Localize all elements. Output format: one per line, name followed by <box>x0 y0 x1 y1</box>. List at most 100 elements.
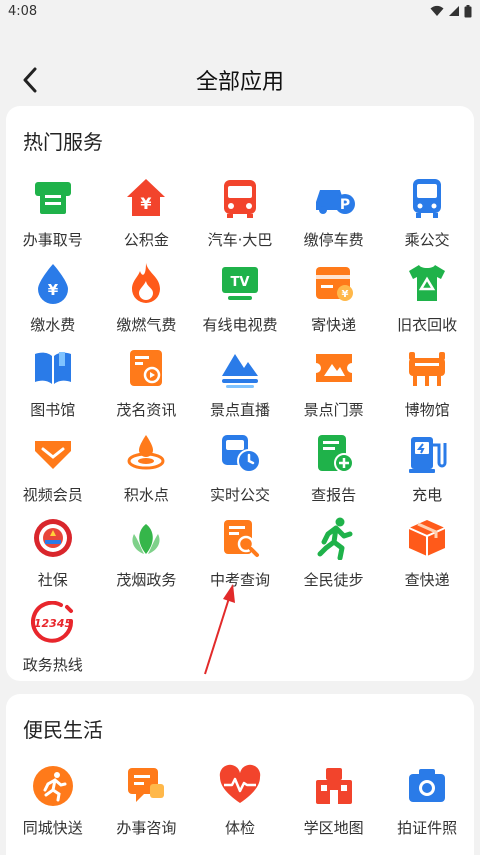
app-item-queue-number[interactable]: 办事取号 <box>6 170 100 255</box>
app-item-clothes-recycle[interactable]: 旧衣回收 <box>380 255 474 340</box>
app-item-water-fee[interactable]: ¥ 缴水费 <box>6 255 100 340</box>
app-item-charging[interactable]: 充电 <box>380 425 474 510</box>
bus-icon <box>218 176 262 220</box>
app-item-waterlogging[interactable]: 积水点 <box>100 425 194 510</box>
app-label: 缴燃气费 <box>116 316 177 334</box>
app-item-maoming-news[interactable]: 茂名资讯 <box>100 340 194 425</box>
app-item-housing-fund[interactable]: ¥ 公积金 <box>100 170 194 255</box>
status-time: 4:08 <box>8 3 38 19</box>
app-item-video-vip[interactable]: 视频会员 <box>6 425 100 510</box>
vip-diamond-icon <box>31 431 75 475</box>
svg-text:¥: ¥ <box>141 194 152 213</box>
house-fund-icon: ¥ <box>124 176 168 220</box>
app-item-library[interactable]: 图书馆 <box>6 340 100 425</box>
gas-flame-icon <box>124 261 168 305</box>
app-item-gov-hotline[interactable]: 12345 政务热线 <box>6 595 100 680</box>
app-item-track-express[interactable]: 查快递 <box>380 510 474 595</box>
app-item-service-consult[interactable]: 办事咨询 <box>100 758 194 843</box>
app-label: 学区地图 <box>303 819 364 837</box>
school-building-icon <box>312 764 356 808</box>
svg-text:¥: ¥ <box>341 289 348 300</box>
report-plus-icon <box>312 431 356 475</box>
app-label: 政务热线 <box>22 656 83 674</box>
app-label: 同城快送 <box>22 819 83 837</box>
app-item-health-check[interactable]: 体检 <box>193 758 287 843</box>
app-label: 全民徒步 <box>303 571 364 589</box>
app-label: 缴水费 <box>30 316 76 334</box>
svg-text:¥: ¥ <box>48 281 59 299</box>
app-item-check-report[interactable]: 查报告 <box>287 425 381 510</box>
app-item-realtime-bus[interactable]: 实时公交 <box>193 425 287 510</box>
back-button[interactable] <box>14 64 46 96</box>
app-label: 中考查询 <box>209 571 270 589</box>
parking-car-icon: P <box>312 176 356 220</box>
app-label: 体检 <box>224 819 255 837</box>
hot-services-card: 热门服务 办事取号 ¥ 公积金 汽车·大巴 P 缴停车费 乘公交 ¥ 缴水费 缴… <box>6 106 474 681</box>
app-item-coach-bus[interactable]: 汽车·大巴 <box>193 170 287 255</box>
app-label: 实时公交 <box>209 486 270 504</box>
app-label: 寄快递 <box>311 316 357 334</box>
app-label: 图书馆 <box>30 401 76 419</box>
app-label: 社保 <box>37 571 68 589</box>
svg-text:P: P <box>339 197 349 213</box>
hot-services-grid: 办事取号 ¥ 公积金 汽车·大巴 P 缴停车费 乘公交 ¥ 缴水费 缴燃气费 T… <box>6 170 474 680</box>
convenience-life-card: 便民生活 同城快送 办事咨询 体检 学区地图 拍证件照 <box>6 694 474 855</box>
parcel-card-icon: ¥ <box>312 261 356 305</box>
app-label: 汽车·大巴 <box>207 231 273 249</box>
app-item-school-map[interactable]: 学区地图 <box>287 758 381 843</box>
museum-cauldron-icon <box>405 346 449 390</box>
scenic-ticket-icon <box>312 346 356 390</box>
hot-services-title: 热门服务 <box>23 130 103 154</box>
status-icons <box>430 4 472 18</box>
app-item-exam-query[interactable]: 中考查询 <box>193 510 287 595</box>
social-security-badge-icon <box>31 516 75 560</box>
app-label: 查报告 <box>311 486 357 504</box>
app-label: 办事取号 <box>22 231 83 249</box>
app-item-take-bus[interactable]: 乘公交 <box>380 170 474 255</box>
battery-icon <box>464 4 472 17</box>
header: 全部应用 <box>0 58 480 102</box>
tobacco-leaf-icon <box>124 516 168 560</box>
walking-person-icon <box>312 516 356 560</box>
transit-bus-icon <box>405 176 449 220</box>
app-label: 充电 <box>412 486 443 504</box>
app-item-tobacco-affairs[interactable]: 茂烟政务 <box>100 510 194 595</box>
app-item-scenic-live[interactable]: 景点直播 <box>193 340 287 425</box>
app-item-museum[interactable]: 博物馆 <box>380 340 474 425</box>
app-label: 有线电视费 <box>202 316 278 334</box>
app-item-social-security[interactable]: 社保 <box>6 510 100 595</box>
recycle-shirt-icon <box>405 261 449 305</box>
app-label: 视频会员 <box>22 486 83 504</box>
app-item-city-delivery[interactable]: 同城快送 <box>6 758 100 843</box>
news-play-icon <box>124 346 168 390</box>
wifi-icon <box>430 5 444 16</box>
app-item-parking-fee[interactable]: P 缴停车费 <box>287 170 381 255</box>
app-item-scenic-ticket[interactable]: 景点门票 <box>287 340 381 425</box>
app-item-cable-tv[interactable]: TV 有线电视费 <box>193 255 287 340</box>
mountain-live-icon <box>218 346 262 390</box>
app-label: 办事咨询 <box>116 819 177 837</box>
app-item-send-express[interactable]: ¥ 寄快递 <box>287 255 381 340</box>
svg-text:TV: TV <box>231 275 250 290</box>
hotline-12345-icon: 12345 <box>30 601 75 645</box>
water-drop-icon: ¥ <box>31 261 75 305</box>
page-title: 全部应用 <box>195 70 284 95</box>
heart-pulse-icon <box>218 764 262 808</box>
app-label: 积水点 <box>123 486 169 504</box>
bus-clock-icon <box>218 431 262 475</box>
app-label: 茂名资讯 <box>116 401 177 419</box>
svg-text:12345: 12345 <box>34 617 73 630</box>
convenience-life-title: 便民生活 <box>23 718 103 742</box>
runner-icon <box>31 764 75 808</box>
app-item-id-photo[interactable]: 拍证件照 <box>380 758 474 843</box>
ticket-machine-icon <box>31 176 75 220</box>
app-label: 茂烟政务 <box>116 571 177 589</box>
signal-icon <box>449 6 459 16</box>
app-item-gas-fee[interactable]: 缴燃气费 <box>100 255 194 340</box>
app-label: 乘公交 <box>404 231 450 249</box>
app-label: 景点直播 <box>209 401 270 419</box>
app-item-citizen-walk[interactable]: 全民徒步 <box>287 510 381 595</box>
app-label: 博物馆 <box>404 401 450 419</box>
app-label: 拍证件照 <box>397 819 458 837</box>
book-icon <box>31 346 75 390</box>
